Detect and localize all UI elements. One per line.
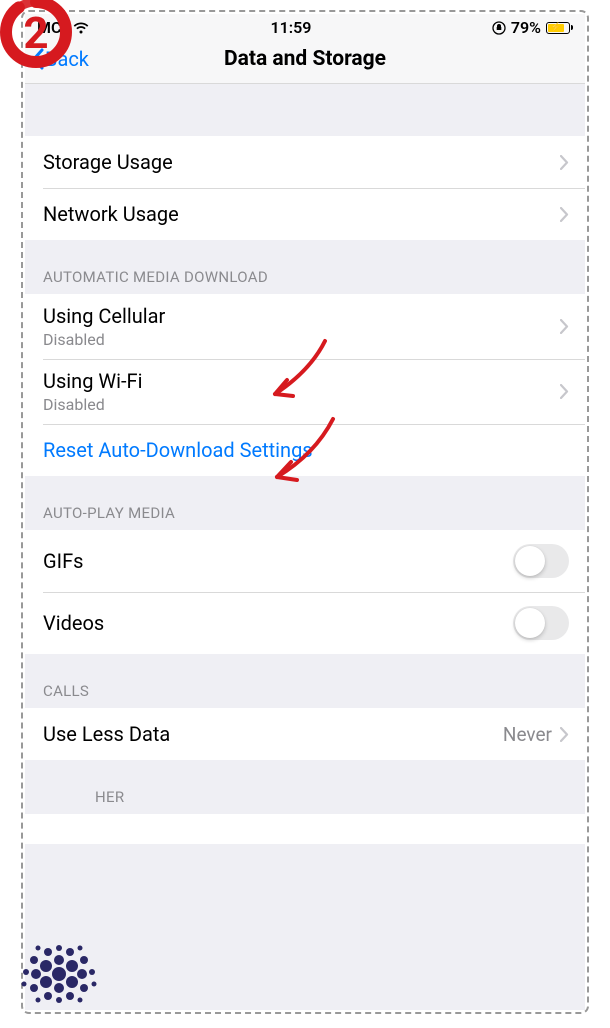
chevron-right-icon xyxy=(560,384,569,399)
network-usage-row[interactable]: Network Usage xyxy=(25,188,585,240)
watermark-logo xyxy=(4,924,114,1028)
videos-row: Videos xyxy=(25,592,585,654)
status-bar: MCI 11:59 79% ⚡ xyxy=(25,14,585,39)
row-label: Storage Usage xyxy=(43,150,560,174)
autoplay-group: GIFs Videos xyxy=(25,530,585,654)
svg-text:2: 2 xyxy=(23,7,48,59)
use-less-data-row[interactable]: Use Less Data Never xyxy=(25,708,585,760)
chevron-right-icon xyxy=(560,155,569,170)
auto-download-header: AUTOMATIC MEDIA DOWNLOAD xyxy=(25,240,585,294)
using-wifi-row[interactable]: Using Wi-Fi Disabled xyxy=(25,359,585,424)
storage-usage-row[interactable]: Storage Usage xyxy=(25,136,585,188)
battery-icon: ⚡ xyxy=(546,22,573,34)
calls-group: Use Less Data Never xyxy=(25,708,585,760)
section-spacer xyxy=(25,84,585,136)
row-label: Using Wi-Fi xyxy=(43,369,560,393)
row-label: Using Cellular xyxy=(43,304,560,328)
status-time: 11:59 xyxy=(271,18,312,37)
row-value: Never xyxy=(503,723,552,746)
gifs-toggle[interactable] xyxy=(513,544,569,578)
orientation-lock-icon xyxy=(492,21,506,35)
videos-toggle[interactable] xyxy=(513,606,569,640)
using-cellular-row[interactable]: Using Cellular Disabled xyxy=(25,294,585,359)
other-group-partial xyxy=(25,814,585,844)
nav-bar: Back Data and Storage xyxy=(25,39,585,84)
calls-header: CALLS xyxy=(25,654,585,708)
usage-group: Storage Usage Network Usage xyxy=(25,136,585,240)
page-title: Data and Storage xyxy=(35,47,575,71)
row-label: Network Usage xyxy=(43,202,560,226)
gifs-row: GIFs xyxy=(25,530,585,592)
chevron-right-icon xyxy=(560,727,569,742)
step-badge: 2 xyxy=(0,0,76,72)
row-label: Reset Auto-Download Settings xyxy=(43,438,569,462)
row-label: GIFs xyxy=(43,549,513,573)
row-label: Use Less Data xyxy=(43,722,503,746)
ios-screen: MCI 11:59 79% ⚡ Back Data and Storage xyxy=(25,14,585,1010)
battery-percent: 79% xyxy=(511,18,541,37)
chevron-right-icon xyxy=(560,319,569,334)
other-header: HER xyxy=(25,760,585,814)
reset-auto-download-row[interactable]: Reset Auto-Download Settings xyxy=(25,424,585,476)
autoplay-header: AUTO-PLAY MEDIA xyxy=(25,476,585,530)
auto-download-group: Using Cellular Disabled Using Wi-Fi Disa… xyxy=(25,294,585,476)
chevron-right-icon xyxy=(560,207,569,222)
row-sublabel: Disabled xyxy=(43,395,560,414)
row-label: Videos xyxy=(43,611,513,635)
row-sublabel: Disabled xyxy=(43,330,560,349)
